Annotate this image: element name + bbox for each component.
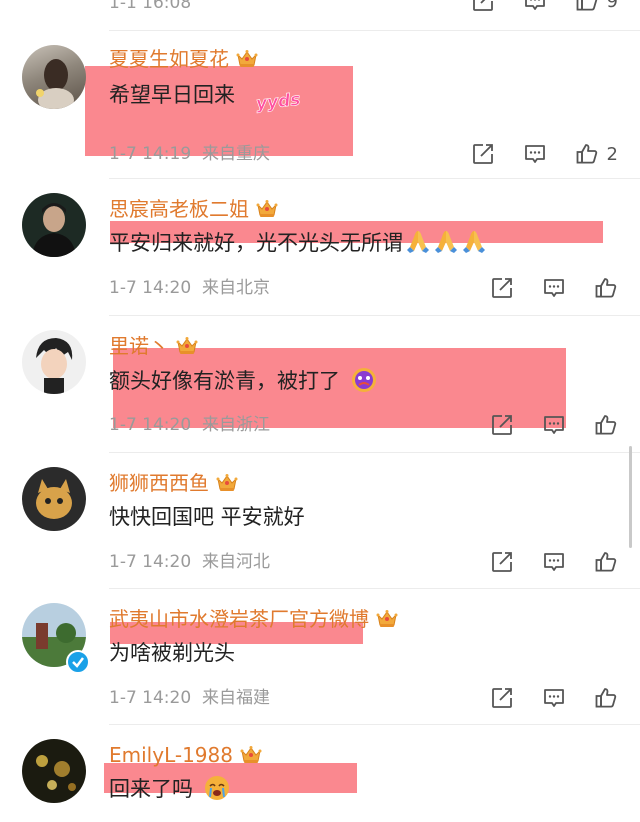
- crown-icon: [255, 197, 279, 219]
- avatar[interactable]: [22, 739, 86, 803]
- username-text[interactable]: 武夷山市水澄岩茶厂官方微博: [109, 607, 369, 631]
- comment-item: 狮狮西西鱼 快快回国吧 平安就好 1-7 14:20 来自河北: [0, 452, 640, 588]
- avatar-image: [36, 338, 73, 394]
- comment-location: 来自浙江: [201, 415, 270, 435]
- comment-meta: 1-7 14:20 来自北京: [109, 277, 270, 299]
- comment-item: 里诺丶 额头好像有淤青，被打了 1-7 14:20 来自浙江: [0, 315, 640, 452]
- avatar[interactable]: [22, 467, 86, 531]
- comment-icon[interactable]: [542, 550, 566, 574]
- like-button[interactable]: [594, 686, 618, 710]
- comment-text: 额头好像有淤青，被打了: [109, 367, 377, 395]
- comment-item: 思宸高老板二姐 平安归来就好，光不光头无所谓 1-7 14:20 来自北京: [0, 178, 640, 315]
- username[interactable]: 里诺丶: [109, 334, 199, 358]
- comment-text-content: 快快回国吧 平安就好: [109, 505, 305, 529]
- username-text[interactable]: 夏夏生如夏花: [109, 47, 229, 71]
- previous-comment-stub: 1-1 16:08 9: [0, 0, 640, 30]
- comment-location: 来自福建: [201, 688, 270, 708]
- comment-text-content: 额头好像有淤青，被打了: [109, 369, 340, 393]
- username-text[interactable]: 里诺丶: [109, 334, 169, 358]
- like-count: 9: [606, 0, 618, 12]
- like-button[interactable]: [594, 276, 618, 300]
- comment-time: 1-7 14:20: [109, 278, 192, 298]
- like-count: 2: [606, 143, 618, 165]
- scrollbar[interactable]: [629, 446, 632, 548]
- crown-icon: [175, 334, 199, 356]
- username-text[interactable]: 思宸高老板二姐: [109, 197, 249, 221]
- share-icon[interactable]: [490, 276, 514, 300]
- crown-icon: [375, 607, 399, 629]
- comment-text-content: 希望早日回来: [109, 83, 235, 107]
- comment-actions: [462, 411, 618, 439]
- comment-item: EmilyL-1988 回来了吗: [0, 724, 640, 822]
- username[interactable]: 武夷山市水澄岩茶厂官方微博: [109, 607, 399, 631]
- comment-time: 1-7 14:19: [109, 144, 192, 164]
- comment-time: 1-1 16:08: [109, 0, 192, 13]
- comment-text-content: 为啥被剃光头: [109, 641, 235, 665]
- comment-text-content: 平安归来就好，光不光头无所谓: [109, 231, 403, 255]
- like-button[interactable]: 2: [575, 142, 618, 166]
- comment-meta: 1-7 14:20 来自福建: [109, 687, 270, 709]
- comment-text: 希望早日回来: [109, 81, 235, 109]
- crown-icon: [235, 47, 259, 69]
- pray-emoji-icon: [405, 228, 431, 254]
- comment-icon[interactable]: [523, 0, 547, 13]
- share-icon[interactable]: [490, 413, 514, 437]
- crown-icon: [215, 471, 239, 493]
- comment-meta: 1-7 14:20 来自河北: [109, 551, 270, 573]
- pray-emoji-icon: [461, 228, 487, 254]
- comment-time: 1-7 14:20: [109, 552, 192, 572]
- verified-badge-icon: [66, 650, 90, 674]
- pray-emoji-icon: [433, 228, 459, 254]
- username[interactable]: EmilyL-1988: [109, 743, 263, 767]
- comment-meta: 1-7 14:19 来自重庆: [109, 143, 270, 165]
- comment-meta: 1-7 14:20 来自浙江: [109, 414, 270, 436]
- comment-icon[interactable]: [542, 276, 566, 300]
- username-text[interactable]: 狮狮西西鱼: [109, 471, 209, 495]
- avatar-image: [36, 59, 74, 109]
- comment-actions: 9: [443, 0, 618, 15]
- share-icon[interactable]: [471, 0, 495, 13]
- comment-text: 快快回国吧 平安就好: [109, 503, 305, 531]
- comment-location: 来自重庆: [201, 144, 270, 164]
- avatar-image: [36, 479, 72, 519]
- comment-time: 1-7 14:20: [109, 688, 192, 708]
- avatar-image: [36, 755, 76, 791]
- crying-emoji-icon: [204, 776, 229, 800]
- comment-time: 1-7 14:20: [109, 415, 192, 435]
- crown-icon: [239, 743, 263, 765]
- username-text[interactable]: EmilyL-1988: [109, 743, 233, 767]
- comment-item: 武夷山市水澄岩茶厂官方微博 为啥被剃光头 1-7 14:20 来自福建: [0, 588, 640, 724]
- share-icon[interactable]: [490, 686, 514, 710]
- avatar[interactable]: [22, 193, 86, 257]
- comment-actions: 2: [443, 140, 618, 168]
- avatar-image: [32, 203, 76, 257]
- username[interactable]: 夏夏生如夏花: [109, 47, 259, 71]
- like-button[interactable]: [594, 413, 618, 437]
- like-button[interactable]: 9: [575, 0, 618, 13]
- avatar[interactable]: [22, 45, 86, 109]
- comment-text: 平安归来就好，光不光头无所谓: [109, 228, 487, 257]
- comment-icon[interactable]: [542, 413, 566, 437]
- comment-text-content: 回来了吗: [109, 777, 193, 801]
- comment-actions: [462, 548, 618, 576]
- comment-actions: [462, 684, 618, 712]
- comment-text: 为啥被剃光头: [109, 639, 235, 667]
- comment-item: 夏夏生如夏花 希望早日回来 yyds 1-7 14:19 来自重庆 2: [0, 30, 640, 178]
- share-icon[interactable]: [490, 550, 514, 574]
- comment-location: 来自北京: [201, 278, 270, 298]
- comment-actions: [462, 274, 618, 302]
- face-emoji-icon: [351, 368, 376, 392]
- comment-icon[interactable]: [523, 142, 547, 166]
- comment-text: 回来了吗: [109, 775, 230, 803]
- share-icon[interactable]: [471, 142, 495, 166]
- username[interactable]: 思宸高老板二姐: [109, 197, 279, 221]
- comment-location: 来自河北: [201, 552, 270, 572]
- like-button[interactable]: [594, 550, 618, 574]
- comment-icon[interactable]: [542, 686, 566, 710]
- username[interactable]: 狮狮西西鱼: [109, 471, 239, 495]
- avatar[interactable]: [22, 330, 86, 394]
